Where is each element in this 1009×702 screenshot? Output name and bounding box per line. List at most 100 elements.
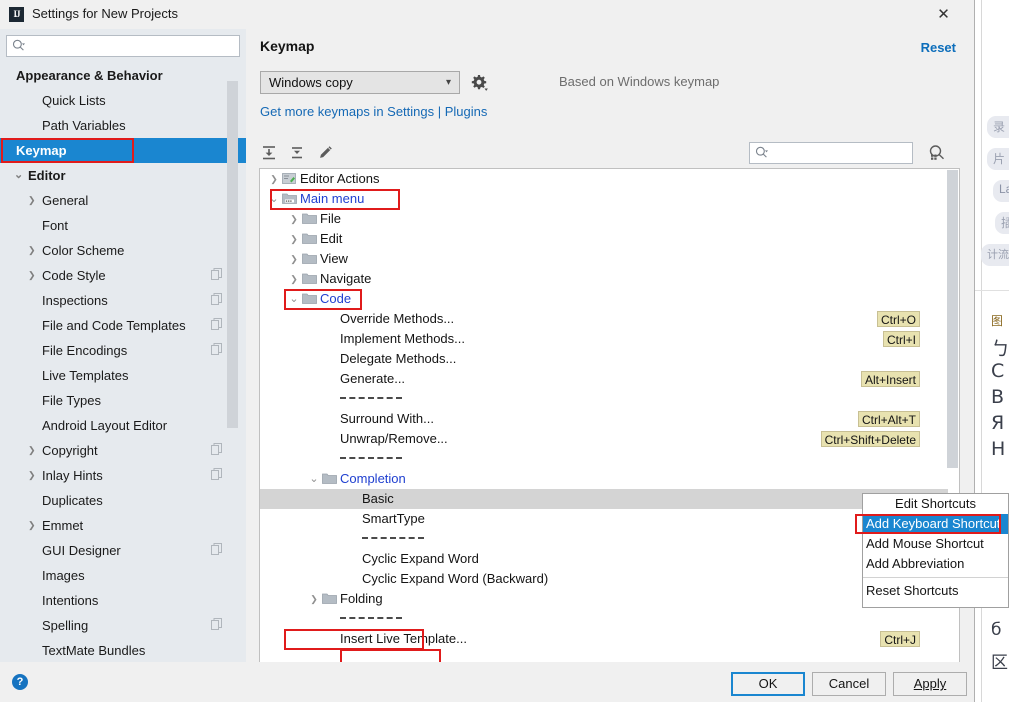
cancel-button[interactable]: Cancel [812, 672, 886, 696]
bg-chip-4: 计流程 [981, 244, 1009, 266]
tree-row[interactable]: ❯Folding [260, 589, 948, 609]
sidebar-item-editor[interactable]: ⌄Editor [0, 163, 246, 188]
sidebar-item-intentions[interactable]: Intentions [0, 588, 246, 613]
tree-row[interactable]: Delegate Methods... [260, 349, 948, 369]
chevron-right-icon[interactable]: ❯ [28, 263, 40, 288]
chevron-right-icon[interactable]: ❯ [288, 229, 300, 249]
collapse-all-icon[interactable] [287, 143, 307, 163]
context-menu-item[interactable]: Add Keyboard Shortcut [863, 514, 1008, 534]
chevron-right-icon[interactable]: ❯ [28, 188, 40, 213]
tree-row-label: File [320, 209, 341, 229]
chevron-down-icon[interactable]: ⌄ [268, 189, 280, 209]
tree-row[interactable]: Generate...Alt+Insert [260, 369, 948, 389]
tree-row[interactable]: ❯ File [260, 209, 948, 229]
sidebar-item-font[interactable]: Font [0, 213, 246, 238]
tree-row-label: Cyclic Expand Word [362, 549, 479, 569]
chevron-down-icon[interactable]: ⌄ [14, 163, 26, 188]
sidebar-item-duplicates[interactable]: Duplicates [0, 488, 246, 513]
sidebar-item-file-types[interactable]: File Types [0, 388, 246, 413]
sidebar-item-images[interactable]: Images [0, 563, 246, 588]
context-menu-item[interactable]: Reset Shortcuts [863, 581, 1008, 601]
tree-row[interactable]: ❯Editor Actions [260, 169, 948, 189]
tree-row[interactable]: ⌄ Main menu [260, 189, 948, 209]
tree-row[interactable]: Override Methods...Ctrl+O [260, 309, 948, 329]
sidebar-item-live-templates[interactable]: Live Templates [0, 363, 246, 388]
gear-icon[interactable] [469, 73, 489, 93]
close-icon[interactable]: ✕ [921, 0, 966, 29]
tree-row[interactable]: ⌄Code [260, 289, 948, 309]
tree-row[interactable]: Cyclic Expand Word [260, 549, 948, 569]
chevron-right-icon[interactable]: ❯ [28, 238, 40, 263]
sidebar-item-label: Spelling [42, 618, 88, 633]
help-icon[interactable]: ? [12, 674, 28, 690]
sidebar-item-label: Quick Lists [42, 93, 106, 108]
tree-row[interactable]: ❯Navigate [260, 269, 948, 289]
sidebar-item-file-and-code-templates[interactable]: File and Code Templates [0, 313, 246, 338]
copy-settings-icon [211, 468, 222, 481]
shortcut-badge: Ctrl+O [877, 311, 920, 327]
tree-row[interactable]: Unwrap/Remove...Ctrl+Shift+Delete [260, 429, 948, 449]
chevron-down-icon[interactable]: ⌄ [288, 289, 300, 309]
tree-row[interactable]: Insert Live Template...Ctrl+J [260, 629, 948, 649]
sidebar-item-copyright[interactable]: ❯Copyright [0, 438, 246, 463]
get-more-keymaps-link[interactable]: Get more keymaps in Settings | Plugins [260, 104, 487, 119]
sidebar-item-textmate-bundles[interactable]: TextMate Bundles [0, 638, 246, 662]
sidebar-item-appearance-behavior[interactable]: Appearance & Behavior [0, 63, 246, 88]
tree-row[interactable]: ❯View [260, 249, 948, 269]
sidebar-scrollbar[interactable] [227, 81, 238, 428]
context-menu-item[interactable]: Add Abbreviation [863, 554, 1008, 574]
sidebar-item-path-variables[interactable]: Path Variables [0, 113, 246, 138]
chevron-right-icon[interactable]: ❯ [28, 438, 40, 463]
tree-row[interactable]: Cyclic Expand Word (Backward) [260, 569, 948, 589]
chevron-right-icon[interactable]: ❯ [28, 463, 40, 488]
sidebar-item-color-scheme[interactable]: ❯Color Scheme [0, 238, 246, 263]
tree-scrollbar[interactable] [947, 170, 958, 468]
keymap-tree[interactable]: ❯Editor Actions⌄Main menu❯File❯Edit❯View… [259, 168, 960, 671]
sidebar-item-quick-lists[interactable]: Quick Lists [0, 88, 246, 113]
sidebar-search-input[interactable] [6, 35, 240, 57]
sidebar-item-general[interactable]: ❯General [0, 188, 246, 213]
tree-row[interactable]: ❯Edit [260, 229, 948, 249]
ok-button[interactable]: OK [731, 672, 805, 696]
chevron-right-icon[interactable]: ❯ [28, 513, 40, 538]
sidebar-item-label: Path Variables [42, 118, 126, 133]
sidebar-item-keymap[interactable]: Keymap [0, 138, 246, 163]
apply-button[interactable]: Apply [893, 672, 967, 696]
expand-all-icon[interactable] [259, 143, 279, 163]
folder-icon [302, 272, 317, 285]
tree-row[interactable]: ⌄Completion [260, 469, 948, 489]
sidebar-item-emmet[interactable]: ❯Emmet [0, 513, 246, 538]
chevron-right-icon[interactable]: ❯ [288, 249, 300, 269]
bg-label: 图 [991, 312, 1003, 329]
chevron-right-icon[interactable]: ❯ [268, 169, 280, 189]
bg-chip-0: 录 [987, 116, 1009, 138]
tree-row[interactable]: Surround With...Ctrl+Alt+T [260, 409, 948, 429]
reset-link[interactable]: Reset [921, 40, 956, 55]
menu-separator [340, 457, 402, 459]
sidebar-item-inspections[interactable]: Inspections [0, 288, 246, 313]
sidebar-item-android-layout-editor[interactable]: Android Layout Editor [0, 413, 246, 438]
sidebar-item-file-encodings[interactable]: File Encodings [0, 338, 246, 363]
tree-row[interactable]: SmartType [260, 509, 948, 529]
keymap-select[interactable]: Windows copy ▾ [260, 71, 460, 94]
sidebar-item-label: Android Layout Editor [42, 418, 167, 433]
chevron-right-icon[interactable]: ❯ [308, 589, 320, 609]
context-menu-divider [863, 577, 1008, 578]
bg-glyph-3: Я [991, 412, 1004, 434]
sidebar-item-code-style[interactable]: ❯Code Style [0, 263, 246, 288]
tree-row-label: Main menu [300, 189, 364, 209]
sidebar-item-inlay-hints[interactable]: ❯Inlay Hints [0, 463, 246, 488]
sidebar-item-gui-designer[interactable]: GUI Designer [0, 538, 246, 563]
chevron-right-icon[interactable]: ❯ [288, 209, 300, 229]
tree-row-label: SmartType [362, 509, 425, 529]
context-menu-item[interactable]: Add Mouse Shortcut [863, 534, 1008, 554]
tree-search-input[interactable] [749, 142, 913, 164]
pencil-edit-icon[interactable] [315, 143, 335, 163]
find-shortcut-icon[interactable] [926, 142, 948, 164]
sidebar-item-spelling[interactable]: Spelling [0, 613, 246, 638]
chevron-right-icon[interactable]: ❯ [288, 269, 300, 289]
chevron-down-icon[interactable]: ⌄ [308, 469, 320, 489]
sidebar-item-label: Appearance & Behavior [16, 68, 163, 83]
tree-row[interactable]: Implement Methods...Ctrl+I [260, 329, 948, 349]
tree-row[interactable]: Basic [260, 489, 948, 509]
